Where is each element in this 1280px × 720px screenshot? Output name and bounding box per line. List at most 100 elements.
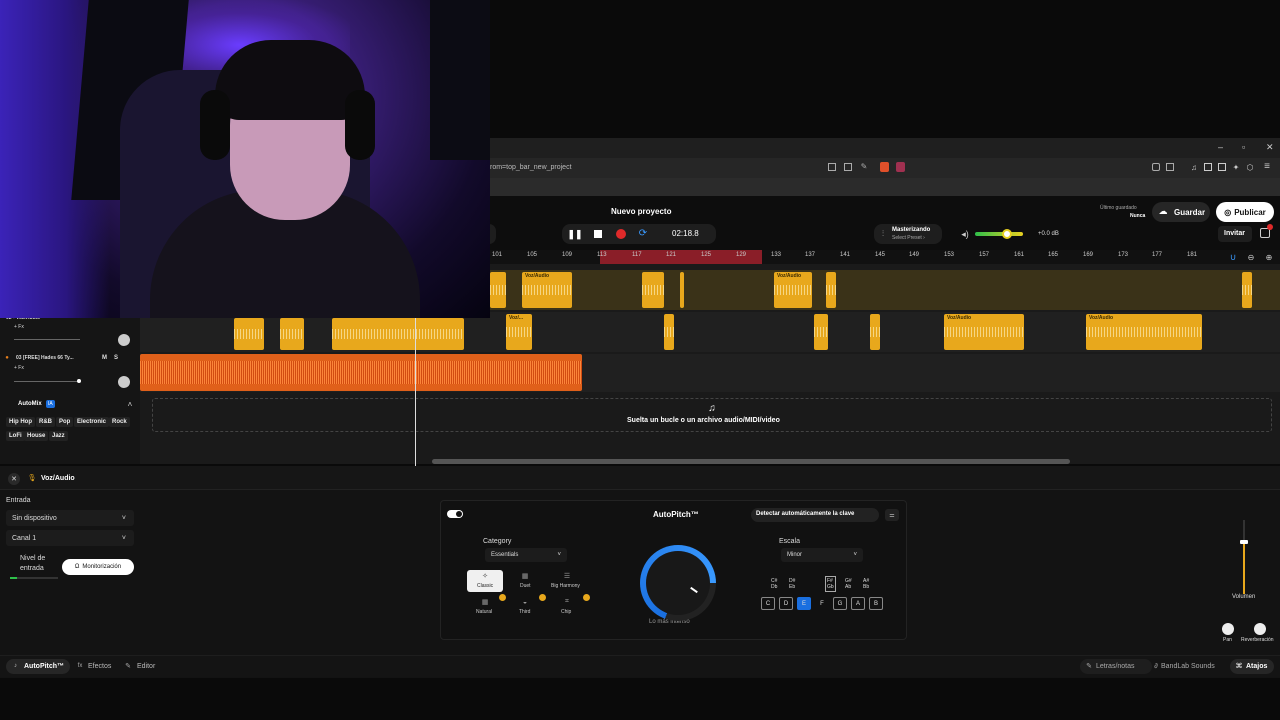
audio-clip[interactable]: Voz/...: [506, 314, 532, 350]
shortcuts-button[interactable]: ⌘ Atajos: [1230, 659, 1274, 674]
monitoring-button[interactable]: Ω Monitorización: [62, 559, 134, 575]
genre-chip[interactable]: Hip Hop: [6, 417, 35, 427]
audio-clip[interactable]: [280, 318, 304, 350]
pitch-intensity-knob-center[interactable]: [646, 551, 710, 615]
save-button[interactable]: ☁ Guardar: [1152, 202, 1210, 222]
pan-knob[interactable]: [1222, 623, 1234, 635]
key-sharp[interactable]: D# Eb: [789, 578, 795, 590]
audio-clip[interactable]: [664, 314, 674, 350]
key-sharp[interactable]: C# Db: [771, 578, 777, 590]
tab-autopitch[interactable]: ♪ AutoPitch™: [6, 659, 70, 674]
track-3-name[interactable]: 03 [FREE] Hades 66 Ty...: [16, 355, 74, 361]
tab-editor[interactable]: Editor: [137, 663, 155, 670]
wallet-icon[interactable]: [1218, 163, 1226, 171]
screen-icon[interactable]: [844, 163, 852, 171]
lyrics-button[interactable]: ✎ Letras/notas: [1080, 659, 1152, 674]
scale-select[interactable]: Minor ˅: [781, 548, 863, 562]
audio-clip[interactable]: [234, 318, 264, 350]
horizontal-scrollbar[interactable]: [432, 459, 1070, 464]
audio-clip[interactable]: [1242, 272, 1252, 308]
reverb-knob[interactable]: [1254, 623, 1266, 635]
reading-list-icon[interactable]: [1204, 163, 1212, 171]
speaker-icon[interactable]: ◂): [960, 229, 970, 239]
track-3-volume[interactable]: [14, 381, 80, 382]
sidebar-icon[interactable]: [1166, 163, 1174, 171]
menu-icon[interactable]: ≡: [1262, 161, 1272, 172]
invite-button[interactable]: Invitar: [1218, 226, 1252, 242]
key-natural[interactable]: G: [833, 597, 847, 610]
track-lane-2[interactable]: Voz/... Voz/Audio Voz/Audio: [140, 312, 1280, 352]
key-sharp[interactable]: G# Ab: [845, 578, 852, 590]
track-3-mute[interactable]: M: [102, 355, 107, 361]
preset-chip[interactable]: ⌗ Chip: [547, 594, 590, 618]
audio-clip[interactable]: [490, 272, 506, 308]
tab-effects[interactable]: Efectos: [88, 663, 111, 670]
genre-chip[interactable]: Rock: [109, 417, 130, 427]
key-natural[interactable]: A: [851, 597, 865, 610]
address-bar[interactable]: rom=top_bar_new_project ✎ ♫ ✦ ⬡ ≡: [490, 158, 1280, 178]
snap-magnet-icon[interactable]: ∪: [1228, 252, 1238, 262]
audio-clip[interactable]: [826, 272, 836, 308]
key-natural[interactable]: B: [869, 597, 883, 610]
extensions-icon[interactable]: [1152, 163, 1160, 171]
drop-zone[interactable]: ♫ Suelta un bucle o un archivo audio/MID…: [152, 398, 1272, 432]
key-natural[interactable]: F: [815, 597, 829, 610]
key-natural-selected[interactable]: E: [797, 597, 811, 610]
key-sharp-selected[interactable]: F# Gb: [825, 576, 836, 592]
brave-shield-icon[interactable]: [880, 162, 889, 172]
beat-audio-clip[interactable]: [140, 354, 582, 391]
genre-chip[interactable]: R&B: [36, 417, 55, 427]
minimize-icon[interactable]: –: [1218, 142, 1223, 152]
audio-clip[interactable]: [680, 272, 684, 308]
master-volume-slider[interactable]: [975, 232, 1023, 236]
preset-classic[interactable]: ✧ Classic: [467, 570, 503, 592]
track-3-volume-thumb[interactable]: [77, 379, 81, 383]
autopitch-toggle[interactable]: [447, 510, 463, 518]
preset-third[interactable]: ◒ Third: [507, 594, 546, 618]
input-device-select[interactable]: Sin dispositivo ˅: [6, 510, 134, 526]
chevron-up-icon[interactable]: ˄: [126, 400, 134, 409]
category-select[interactable]: Essentials ˅: [485, 548, 567, 562]
master-volume-thumb[interactable]: [1002, 229, 1012, 239]
audio-clip[interactable]: [332, 318, 464, 350]
close-window-icon[interactable]: ✕: [1266, 142, 1274, 153]
key-natural[interactable]: D: [779, 597, 793, 610]
genre-chip[interactable]: Jazz: [49, 431, 68, 441]
genre-chip[interactable]: LoFi: [6, 431, 25, 441]
detect-key-button[interactable]: Detectar automáticamente la clave: [751, 508, 879, 522]
zoom-out-icon[interactable]: ⊖: [1246, 252, 1256, 262]
preset-duet[interactable]: ▦ Duet: [507, 570, 543, 592]
mastering-button[interactable]: ⫶ Masterizando Select Preset ›: [874, 224, 942, 244]
volume-fader-thumb[interactable]: [1240, 540, 1248, 544]
audio-clip[interactable]: Voz/Audio: [774, 272, 812, 308]
key-natural[interactable]: C: [761, 597, 775, 610]
track-2-pan-knob[interactable]: [118, 334, 130, 346]
stop-icon[interactable]: [594, 230, 602, 238]
track-2-fx[interactable]: + Fx: [14, 324, 24, 330]
leo-ai-icon[interactable]: ✦: [1232, 162, 1240, 172]
tab-list-icon[interactable]: [828, 163, 836, 171]
preset-natural[interactable]: ▦ Natural: [467, 594, 506, 618]
maximize-icon[interactable]: ▫: [1242, 142, 1245, 152]
audio-clip[interactable]: [870, 314, 880, 350]
genre-chip[interactable]: House: [24, 431, 49, 441]
record-icon[interactable]: [616, 229, 626, 239]
settings-sliders-icon[interactable]: ⚌: [885, 509, 899, 521]
preset-big-harmony[interactable]: ☰ Big Harmony: [547, 570, 587, 592]
genre-chip[interactable]: Pop: [56, 417, 74, 427]
close-editor-icon[interactable]: ✕: [8, 473, 20, 485]
music-note-icon[interactable]: ♫: [1190, 162, 1198, 172]
key-sharp[interactable]: A# Bb: [863, 578, 869, 590]
project-title[interactable]: Nuevo proyecto: [611, 207, 671, 216]
pin-icon[interactable]: ⬡: [1246, 162, 1254, 172]
track-3-pan-knob[interactable]: [118, 376, 130, 388]
track-2-volume[interactable]: [14, 339, 80, 340]
publish-button[interactable]: ◎ Publicar: [1216, 202, 1274, 222]
track-lane-1[interactable]: Voz/Audio Voz/Audio: [490, 270, 1280, 310]
track-3-solo[interactable]: S: [114, 355, 118, 361]
timeline-ruler[interactable]: 101 105 109 113 117 121 125 129 133 137 …: [490, 250, 1280, 264]
audio-clip[interactable]: Voz/Audio: [522, 272, 572, 308]
pause-icon[interactable]: ❚❚: [567, 229, 582, 239]
audio-clip[interactable]: [642, 272, 664, 308]
track-3-fx[interactable]: + Fx: [14, 365, 24, 371]
